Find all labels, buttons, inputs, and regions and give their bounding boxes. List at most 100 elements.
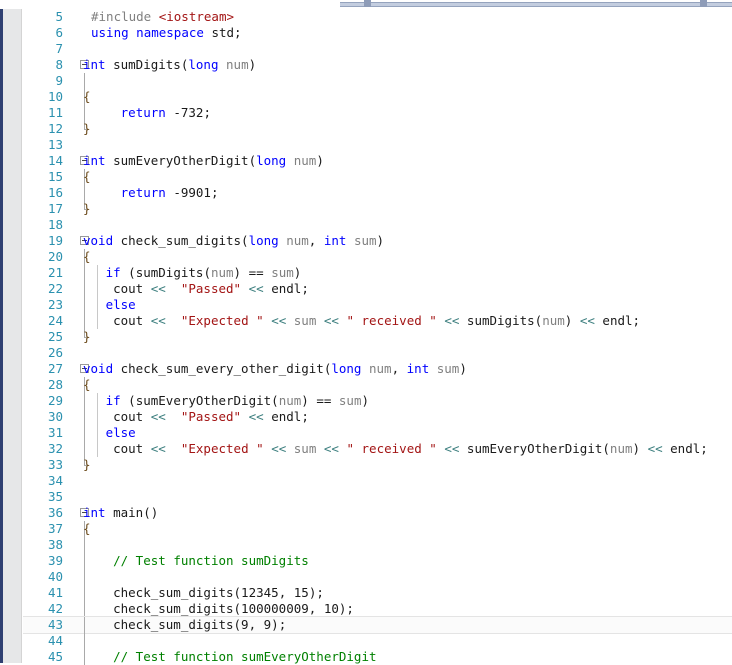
token-punc [241,281,249,296]
line-number: 19 [47,233,63,248]
code-line[interactable]: 39 // Test function sumDigits [23,553,732,569]
code-line-text: cout << "Expected " << sum << " received… [83,441,708,457]
code-line[interactable]: 14 int sumEveryOtherDigit(long num) [23,153,732,169]
token-punc [429,361,437,376]
code-line[interactable]: 34 [23,473,732,489]
code-line[interactable]: 28 { [23,377,732,393]
token-op: << [248,409,264,424]
token-punc: ( [233,585,242,600]
code-line[interactable]: 21 if (sumDigits(num) == sum) [23,265,732,281]
token-punc [361,361,369,376]
code-line-text: cout << "Passed" << endl; [83,409,309,425]
code-line[interactable]: 23 else [23,297,732,313]
token-kw: void [83,233,114,248]
token-op: << [647,441,663,456]
token-id: check_sum_digits [113,233,242,248]
token-punc: ; [301,409,309,424]
code-line[interactable]: 20 { [23,249,732,265]
code-line[interactable]: 18 [23,217,732,233]
code-line-text: check_sum_digits(9, 9); [83,617,286,633]
token-punc [83,553,113,568]
line-number: 26 [47,345,63,360]
line-number: 31 [47,425,63,440]
token-punc [166,409,181,424]
line-number: 16 [47,185,63,200]
token-param: num [210,265,234,280]
code-line[interactable]: 41 check_sum_digits(12345, 15); [23,585,732,601]
code-line[interactable]: 27 void check_sum_every_other_digit(long … [23,361,732,377]
token-num: 100000009 [241,601,309,616]
token-id: check_sum_digits [83,585,234,600]
code-line-text: using namespace std; [91,25,242,41]
token-id: sumDigits [105,57,181,72]
code-line[interactable]: 13 [23,137,732,153]
code-line[interactable]: 12} [23,121,732,137]
code-line[interactable]: 15 { [23,169,732,185]
code-line[interactable]: 37 { [23,521,732,537]
splitter-grip-left[interactable] [364,0,371,7]
token-cmt: // Test function sumDigits [113,553,309,568]
code-line[interactable]: 22 cout << "Passed" << endl; [23,281,732,297]
token-punc: ; [632,313,641,328]
code-line[interactable]: 40 [23,569,732,585]
line-number: 30 [47,409,63,424]
code-line[interactable]: 10 { [23,89,732,105]
code-line[interactable]: 19 void check_sum_digits(long num, int su… [23,233,732,249]
code-line[interactable]: 25} [23,329,732,345]
line-number: 15 [47,169,63,184]
horizontal-splitter[interactable] [340,0,732,9]
line-number: 23 [47,297,63,312]
fold-guide-line [84,569,85,585]
code-line[interactable]: 44 [23,633,732,649]
code-line[interactable]: 38 [23,537,732,553]
code-line[interactable]: 11 return -732; [23,105,732,121]
token-op: << [150,281,166,296]
code-line[interactable]: 33} [23,457,732,473]
code-line[interactable]: 36 int main() [23,505,732,521]
splitter-bar[interactable] [340,2,732,7]
token-num: 12345 [241,585,279,600]
code-line-current[interactable]: 43 check_sum_digits(9, 9); [23,616,732,634]
token-kw: return [120,105,166,120]
token-param: num [286,233,309,248]
splitter-grip-right[interactable] [700,0,707,7]
code-line-text: } [83,201,91,217]
code-line[interactable]: 8 int sumDigits(long num) [23,57,732,73]
code-line[interactable]: 26 [23,345,732,361]
token-punc [286,153,294,168]
code-text-area[interactable]: 5 #include <iostream> 6 using namespace std… [23,9,732,665]
code-line[interactable]: 7 [23,41,732,57]
code-line[interactable]: 17} [23,201,732,217]
token-param: num [293,153,317,168]
line-number: 13 [47,137,63,152]
code-line[interactable]: 5 #include <iostream> [23,9,732,25]
code-editor[interactable]: 5 #include <iostream> 6 using namespace std… [0,9,732,665]
code-line[interactable]: 24 cout << "Expected " << sum << " recei… [23,313,732,329]
code-line-text: } [83,329,91,345]
breakpoint-track-strip[interactable] [3,9,22,663]
code-line[interactable]: 32 cout << "Expected " << sum << " recei… [23,441,732,457]
code-line[interactable]: 35 [23,489,732,505]
code-line[interactable]: 29 if (sumEveryOtherDigit(num) == sum) [23,393,732,409]
code-line[interactable]: 30 cout << "Passed" << endl; [23,409,732,425]
token-id: main [105,505,144,520]
line-number: 14 [47,153,63,168]
code-line[interactable]: 9 [23,73,732,89]
token-kw: long [248,233,279,248]
code-line-text: else [83,425,136,441]
token-punc: ); [338,601,354,616]
token-punc [346,233,354,248]
token-op: << [150,441,166,456]
line-number: 9 [55,73,63,88]
code-line[interactable]: 6 using namespace std; [23,25,732,41]
line-number: 40 [47,569,63,584]
token-id: (sumEveryOtherDigit [120,393,272,408]
code-line-text: } [83,121,91,137]
token-punc [83,297,106,312]
token-brace: } [83,121,91,136]
token-param: num [609,441,633,456]
code-line[interactable]: 42 check_sum_digits(100000009, 10); [23,601,732,617]
code-line[interactable]: 16 return -9901; [23,185,732,201]
token-punc: ; [301,281,309,296]
code-line[interactable]: 31 else [23,425,732,441]
